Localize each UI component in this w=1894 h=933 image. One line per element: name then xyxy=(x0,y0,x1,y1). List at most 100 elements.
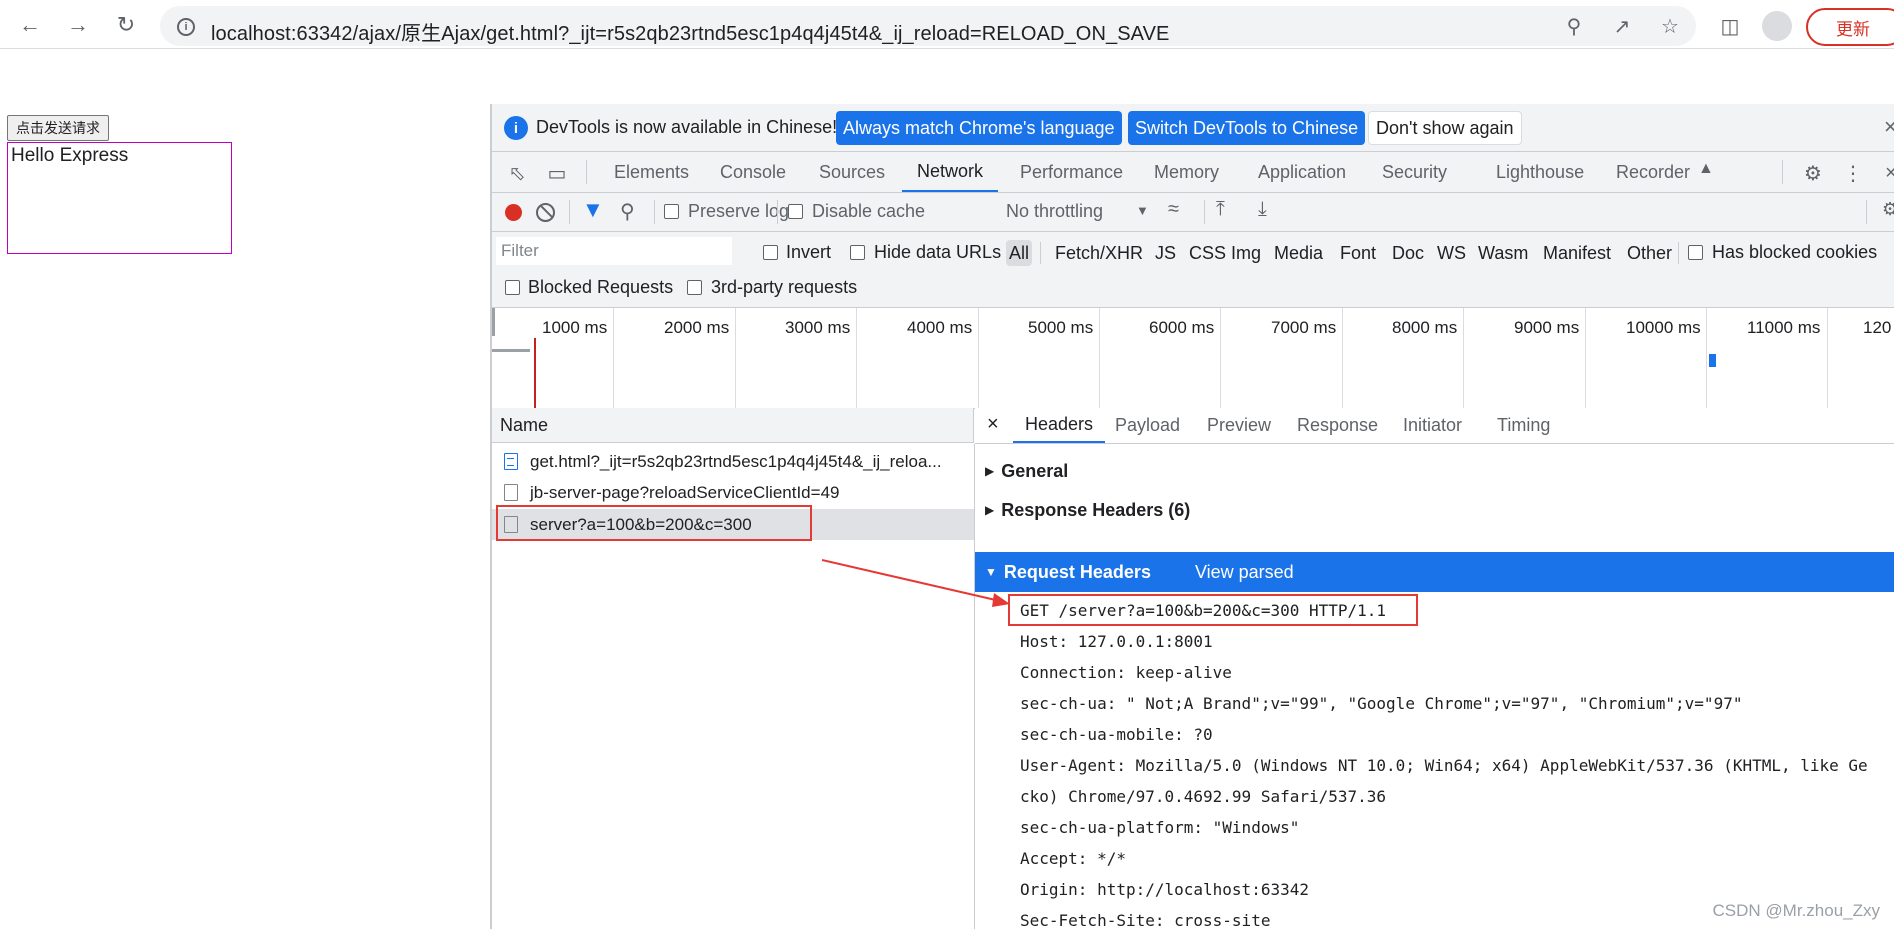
network-conditions-icon[interactable]: ≈ xyxy=(1168,198,1179,221)
close-detail-icon[interactable]: × xyxy=(987,413,999,436)
record-icon[interactable] xyxy=(505,204,522,221)
chevron-down-icon[interactable]: ▼ xyxy=(1136,203,1149,218)
invert-label: Invert xyxy=(786,242,832,262)
clear-icon[interactable] xyxy=(536,203,555,222)
detail-tabs: × Headers Payload Preview Response Initi… xyxy=(975,408,1894,444)
search-icon[interactable]: ⚲ xyxy=(620,199,635,224)
share-icon[interactable]: ↗ xyxy=(1608,12,1636,40)
divider xyxy=(1866,200,1867,224)
invert-checkbox[interactable] xyxy=(763,245,778,260)
tab-payload[interactable]: Payload xyxy=(1115,408,1180,443)
tab-console[interactable]: Console xyxy=(720,152,786,192)
request-row[interactable]: jb-server-page?reloadServiceClientId=49 xyxy=(492,477,974,508)
export-har-icon[interactable]: ⤓ xyxy=(1258,198,1267,221)
tab-elements[interactable]: Elements xyxy=(614,152,689,192)
disable-cache-label: Disable cache xyxy=(812,201,926,221)
tab-lighthouse[interactable]: Lighthouse xyxy=(1496,152,1584,192)
bookmark-star-icon[interactable]: ☆ xyxy=(1656,12,1684,40)
preserve-log-checkbox[interactable] xyxy=(664,204,679,219)
dont-show-again-button[interactable]: Don't show again xyxy=(1368,111,1522,145)
reload-icon[interactable]: ↻ xyxy=(110,9,142,41)
tab-response[interactable]: Response xyxy=(1297,408,1378,443)
annotation-arrow xyxy=(822,559,1010,607)
network-overview-timeline[interactable]: 1000 ms 2000 ms 3000 ms 4000 ms 5000 ms … xyxy=(492,308,1894,409)
tab-timing[interactable]: Timing xyxy=(1497,408,1550,443)
url-text[interactable]: localhost:63342/ajax/原生Ajax/get.html?_ij… xyxy=(211,17,1170,46)
filter-input[interactable]: Filter xyxy=(496,237,732,265)
tab-network[interactable]: Network xyxy=(902,152,999,192)
tab-sources[interactable]: Sources xyxy=(819,152,885,192)
profile-avatar[interactable] xyxy=(1762,11,1792,41)
tab-application[interactable]: Application xyxy=(1258,152,1346,192)
zoom-icon[interactable]: ⚲ xyxy=(1560,12,1588,40)
filter-type-doc[interactable]: Doc xyxy=(1389,240,1427,266)
tab-initiator[interactable]: Initiator xyxy=(1403,408,1462,443)
blocked-requests-checkbox[interactable] xyxy=(505,280,520,295)
filter-funnel-icon[interactable]: ▼ xyxy=(582,197,604,223)
view-parsed-link[interactable]: View parsed xyxy=(1195,562,1294,583)
inspect-element-icon[interactable]: ⬁ xyxy=(504,160,530,186)
divider xyxy=(569,200,570,224)
side-panel-icon[interactable]: ◫ xyxy=(1716,12,1744,40)
network-settings-icon[interactable]: ⚙ xyxy=(1882,199,1894,220)
more-vertical-icon[interactable]: ⋮ xyxy=(1840,160,1866,186)
timeline-left-handle[interactable] xyxy=(492,308,495,336)
timeline-label: 2000 ms xyxy=(664,318,730,337)
site-info-icon[interactable]: i xyxy=(177,18,195,36)
expand-triangle-icon: ▶ xyxy=(985,464,995,478)
result-box: Hello Express xyxy=(7,142,232,254)
filter-type-img[interactable]: Img xyxy=(1228,240,1264,266)
request-row[interactable]: get.html?_ijt=r5s2qb23rtnd5esc1p4q4j45t4… xyxy=(492,446,974,477)
tab-performance[interactable]: Performance xyxy=(1020,152,1123,192)
timeline-label: 3000 ms xyxy=(785,318,851,337)
response-headers-label: Response Headers (6) xyxy=(1001,499,1191,520)
filter-type-js[interactable]: JS xyxy=(1152,240,1179,266)
tab-preview[interactable]: Preview xyxy=(1207,408,1271,443)
filter-type-manifest[interactable]: Manifest xyxy=(1540,240,1614,266)
filter-type-font[interactable]: Font xyxy=(1337,240,1379,266)
throttling-select[interactable]: No throttling xyxy=(1006,201,1103,222)
device-toolbar-icon[interactable]: ▭ xyxy=(544,160,570,186)
timeline-gridline xyxy=(856,308,857,408)
filter-type-other[interactable]: Other xyxy=(1624,240,1675,266)
tab-recorder[interactable]: Recorder xyxy=(1616,152,1690,192)
filter-bar: Filter Invert Hide data URLs All Fetch/X… xyxy=(492,232,1894,308)
watermark-text: CSDN @Mr.zhou_Zxy xyxy=(1712,901,1880,920)
tab-headers[interactable]: Headers xyxy=(1013,408,1106,443)
timeline-gridline xyxy=(1463,308,1464,408)
back-arrow-icon[interactable]: ← xyxy=(14,9,46,41)
devtools-panel: i DevTools is now available in Chinese! … xyxy=(490,104,1894,930)
disable-cache-checkbox[interactable] xyxy=(788,204,803,219)
filter-type-fetch-xhr[interactable]: Fetch/XHR xyxy=(1052,240,1146,266)
request-headers-section-header[interactable]: ▼ Request Headers View parsed xyxy=(975,552,1894,592)
switch-chinese-button[interactable]: Switch DevTools to Chinese xyxy=(1128,111,1366,145)
divider xyxy=(1782,160,1783,184)
filter-type-all[interactable]: All xyxy=(1006,240,1033,266)
update-button[interactable]: 更新 xyxy=(1806,8,1894,46)
close-icon[interactable]: × xyxy=(1884,114,1894,140)
name-column-header[interactable]: Name xyxy=(492,408,974,443)
match-language-button[interactable]: Always match Chrome's language xyxy=(836,111,1122,145)
third-party-label: 3rd-party requests xyxy=(711,277,858,297)
general-section-header[interactable]: ▶ General xyxy=(975,453,1894,489)
settings-gear-icon[interactable]: ⚙ xyxy=(1800,160,1826,186)
forward-arrow-icon[interactable]: → xyxy=(62,9,94,41)
import-har-icon[interactable]: ⤒ xyxy=(1216,198,1225,221)
filter-type-media[interactable]: Media xyxy=(1271,240,1326,266)
filter-type-wasm[interactable]: Wasm xyxy=(1475,240,1531,266)
close-devtools-icon[interactable]: × xyxy=(1878,160,1894,186)
filter-type-ws[interactable]: WS xyxy=(1434,240,1469,266)
third-party-checkbox[interactable] xyxy=(687,280,702,295)
file-icon xyxy=(504,484,518,501)
response-headers-section-header[interactable]: ▶ Response Headers (6) xyxy=(975,492,1894,528)
hide-data-urls-checkbox[interactable] xyxy=(850,245,865,260)
has-blocked-cookies-checkbox[interactable] xyxy=(1688,245,1703,260)
tab-security[interactable]: Security xyxy=(1382,152,1447,192)
tab-memory[interactable]: Memory xyxy=(1154,152,1219,192)
send-request-button[interactable]: 点击发送请求 xyxy=(7,115,109,141)
annotation-highlight-box xyxy=(1008,594,1418,626)
filter-type-css[interactable]: CSS xyxy=(1186,240,1229,266)
devtools-tabs: ⬁ ▭ Elements Console Sources Network Per… xyxy=(492,152,1894,193)
divider xyxy=(586,160,587,184)
header-line: Connection: keep-alive xyxy=(1020,662,1232,682)
